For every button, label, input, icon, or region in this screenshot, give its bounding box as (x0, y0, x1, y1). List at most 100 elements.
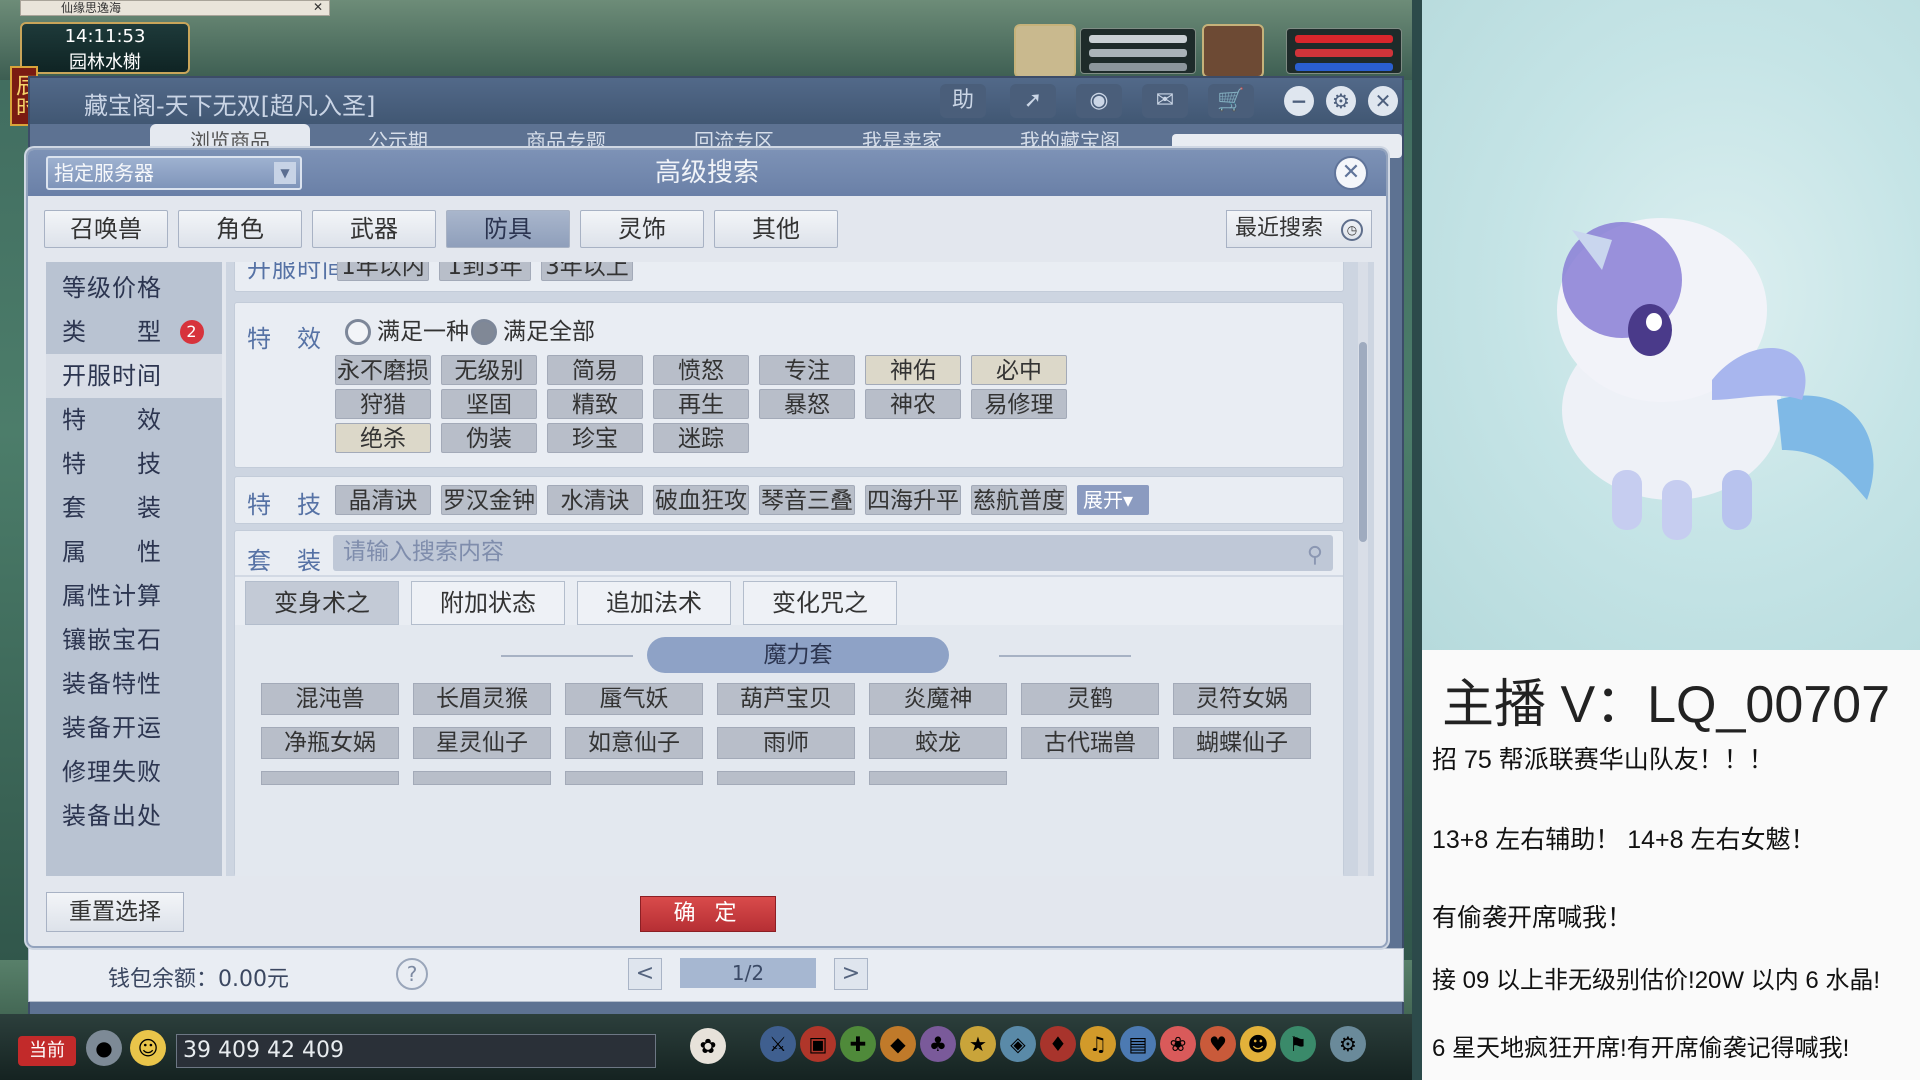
effect-option[interactable]: 迷踪 (653, 423, 749, 453)
record-icon[interactable]: ◉ (1076, 84, 1122, 118)
pet-option-clipped[interactable] (261, 771, 399, 785)
smile-icon[interactable]: ☻ (1240, 1026, 1276, 1062)
quest-icon[interactable]: ★ (960, 1026, 996, 1062)
prev-page-button[interactable]: < (628, 958, 662, 990)
shop-icon[interactable]: ♦ (1040, 1026, 1076, 1062)
scrollbar-thumb[interactable] (1359, 342, 1367, 542)
pet-option[interactable]: 蜃气妖 (565, 683, 703, 715)
close-window-button[interactable]: ✕ (1368, 86, 1398, 116)
effect-option[interactable]: 无级别 (441, 355, 537, 385)
bell-icon[interactable]: ♫ (1080, 1026, 1116, 1062)
suit-search-input[interactable]: 请输入搜索内容 ⚲ (333, 535, 1333, 571)
reset-button[interactable]: 重置选择 (46, 892, 184, 932)
category-armor[interactable]: 防具 (446, 210, 570, 248)
effect-option[interactable]: 精致 (547, 389, 643, 419)
map-icon[interactable]: ◈ (1000, 1026, 1036, 1062)
effect-option[interactable]: 再生 (653, 389, 749, 419)
pet-option[interactable]: 星灵仙子 (413, 727, 551, 759)
guild-icon[interactable]: ⚑ (1280, 1026, 1316, 1062)
player-portrait[interactable] (1202, 24, 1264, 78)
pet-option-clipped[interactable] (717, 771, 855, 785)
gift-icon[interactable]: ✚ (840, 1026, 876, 1062)
effect-option[interactable]: 神农 (865, 389, 961, 419)
bag-icon[interactable]: ◆ (880, 1026, 916, 1062)
pet-option[interactable]: 净瓶女娲 (261, 727, 399, 759)
pet-option[interactable]: 灵鹤 (1021, 683, 1159, 715)
recent-search-button[interactable]: 最近搜索 ◷ (1226, 210, 1372, 248)
settings-icon[interactable]: ⚙ (1326, 86, 1356, 116)
skill-option[interactable]: 琴音三叠 (759, 485, 855, 515)
suit-tab[interactable]: 追加法术 (577, 581, 731, 625)
effect-option[interactable]: 伪装 (441, 423, 537, 453)
skill-option[interactable]: 罗汉金钟 (441, 485, 537, 515)
effect-option[interactable]: 愤怒 (653, 355, 749, 385)
effect-option[interactable]: 永不磨损 (335, 355, 431, 385)
skill-option[interactable]: 四海升平 (865, 485, 961, 515)
skill-option[interactable]: 晶清诀 (335, 485, 431, 515)
sidebar-item-type[interactable]: 类 型 2 (46, 310, 222, 354)
sidebar-item-features[interactable]: 装备特性 (46, 662, 222, 706)
category-weapon[interactable]: 武器 (312, 210, 436, 248)
pet-mascot-icon[interactable]: ✿ (690, 1028, 726, 1064)
effect-option[interactable]: 易修理 (971, 389, 1067, 419)
pet-option[interactable]: 雨师 (717, 727, 855, 759)
effect-option[interactable]: 坚固 (441, 389, 537, 419)
effect-option[interactable]: 专注 (759, 355, 855, 385)
friend-icon[interactable]: ♥ (1200, 1026, 1236, 1062)
settings-icon[interactable]: ⚙ (1330, 1026, 1366, 1062)
sidebar-item-repair-fail[interactable]: 修理失败 (46, 750, 222, 794)
next-page-button[interactable]: > (834, 958, 868, 990)
microphone-icon[interactable]: ● (86, 1030, 122, 1066)
sidebar-item-skills[interactable]: 特 技 (46, 442, 222, 486)
window-tab[interactable]: 仙缘思逸海 ✕ (20, 0, 330, 16)
category-ornament[interactable]: 灵饰 (580, 210, 704, 248)
suit-group-header[interactable]: 魔力套 (647, 637, 949, 673)
category-pet[interactable]: 召唤兽 (44, 210, 168, 248)
pet-option[interactable]: 炎魔神 (869, 683, 1007, 715)
suit-tab[interactable]: 变化咒之 (743, 581, 897, 625)
emote-icon[interactable]: ☺ (130, 1030, 166, 1066)
share-icon[interactable]: ➚ (1010, 84, 1056, 118)
sidebar-item-level-price[interactable]: 等级价格 (46, 266, 222, 310)
confirm-button[interactable]: 确 定 (640, 896, 776, 932)
effect-option[interactable]: 暴怒 (759, 389, 855, 419)
expand-button[interactable]: 展开▾ (1077, 485, 1149, 515)
minimize-button[interactable]: − (1284, 86, 1314, 116)
team-icon[interactable]: ♣ (920, 1026, 956, 1062)
suit-tab[interactable]: 附加状态 (411, 581, 565, 625)
sidebar-item-server-time[interactable]: 开服时间 (46, 354, 222, 398)
sidebar-item-gems[interactable]: 镶嵌宝石 (46, 618, 222, 662)
help-assist-button[interactable]: 助 (940, 84, 986, 118)
effect-option[interactable]: 珍宝 (547, 423, 643, 453)
sidebar-item-attr-calc[interactable]: 属性计算 (46, 574, 222, 618)
content-scrollbar[interactable] (1358, 262, 1368, 876)
pet-option-clipped[interactable] (565, 771, 703, 785)
pet-option[interactable]: 蝴蝶仙子 (1173, 727, 1311, 759)
effect-option[interactable]: 绝杀 (335, 423, 431, 453)
pet-option[interactable]: 葫芦宝贝 (717, 683, 855, 715)
cart-icon[interactable]: 🛒 (1208, 84, 1254, 118)
category-role[interactable]: 角色 (178, 210, 302, 248)
dialog-close-button[interactable]: ✕ (1334, 156, 1368, 190)
radio-any[interactable]: 满足一种 (345, 317, 469, 347)
pet-option[interactable]: 如意仙子 (565, 727, 703, 759)
skill-option[interactable]: 慈航普度 (971, 485, 1067, 515)
skill-option[interactable]: 水清诀 (547, 485, 643, 515)
pet-option[interactable]: 混沌兽 (261, 683, 399, 715)
sidebar-item-origin[interactable]: 装备出处 (46, 794, 222, 838)
sidebar-item-fortune[interactable]: 装备开运 (46, 706, 222, 750)
sidebar-item-suit[interactable]: 套 装 (46, 486, 222, 530)
server-time-option[interactable]: 1到3年 (439, 262, 531, 281)
search-icon[interactable]: ⚲ (1307, 539, 1323, 573)
channel-current-button[interactable]: 当前 (18, 1036, 76, 1066)
peach-icon[interactable]: ❀ (1160, 1026, 1196, 1062)
pet-option-clipped[interactable] (869, 771, 1007, 785)
pet-option[interactable]: 蛟龙 (869, 727, 1007, 759)
effect-option[interactable]: 狩猎 (335, 389, 431, 419)
pet-option-clipped[interactable] (413, 771, 551, 785)
server-time-option[interactable]: 1年以内 (337, 262, 429, 281)
help-button[interactable]: ? (396, 958, 428, 990)
effect-option[interactable]: 必中 (971, 355, 1067, 385)
sidebar-item-attributes[interactable]: 属 性 (46, 530, 222, 574)
server-select[interactable]: 指定服务器 ▼ (46, 156, 302, 190)
